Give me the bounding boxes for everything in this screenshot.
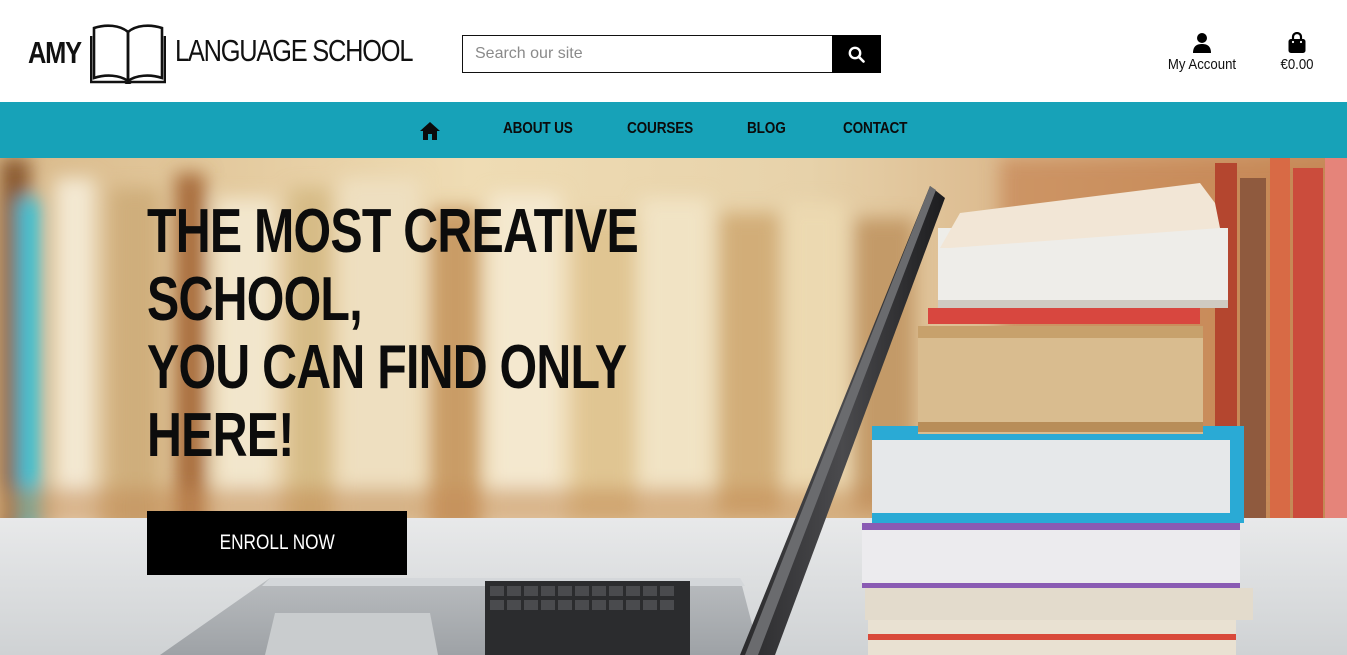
nav-item-about-us[interactable]: ABOUT US [503, 120, 573, 138]
shopping-bag-icon [1288, 32, 1306, 53]
enroll-now-button[interactable]: ENROLL NOW [147, 511, 407, 575]
search-icon [848, 46, 865, 63]
hero-headline-line: THE MOST CREATIVE [147, 197, 639, 266]
site-logo[interactable]: AMY LANGUAGE SCHOOL [28, 22, 413, 84]
nav-item-contact[interactable]: CONTACT [843, 120, 907, 138]
home-icon [420, 122, 440, 140]
user-icon [1193, 33, 1211, 53]
logo-text-left: AMY [28, 35, 82, 70]
site-header: AMY LANGUAGE SCHOOL My Account [0, 0, 1347, 102]
cart-link[interactable]: €0.00 [1270, 32, 1324, 73]
search-form [462, 35, 881, 73]
hero-headline-line: YOU CAN FIND ONLY [147, 333, 627, 402]
main-nav: ABOUT US COURSES BLOG CONTACT [0, 102, 1347, 158]
enroll-now-label: ENROLL NOW [219, 531, 335, 554]
hero-headline: THE MOST CREATIVE SCHOOL, YOU CAN FIND O… [147, 197, 639, 470]
hero-headline-line: HERE! [147, 401, 294, 470]
logo-text-right: LANGUAGE SCHOOL [175, 33, 413, 68]
hero-banner: THE MOST CREATIVE SCHOOL, YOU CAN FIND O… [0, 158, 1347, 655]
my-account-link[interactable]: My Account [1160, 32, 1244, 73]
nav-item-courses[interactable]: COURSES [627, 120, 693, 138]
hero-headline-line: SCHOOL, [147, 265, 363, 334]
my-account-label: My Account [1167, 56, 1237, 73]
nav-item-blog[interactable]: BLOG [747, 120, 786, 138]
search-input[interactable] [462, 35, 832, 73]
open-book-icon [90, 24, 166, 84]
nav-home-link[interactable] [419, 121, 441, 141]
search-button[interactable] [832, 35, 881, 73]
cart-total: €0.00 [1280, 56, 1314, 73]
